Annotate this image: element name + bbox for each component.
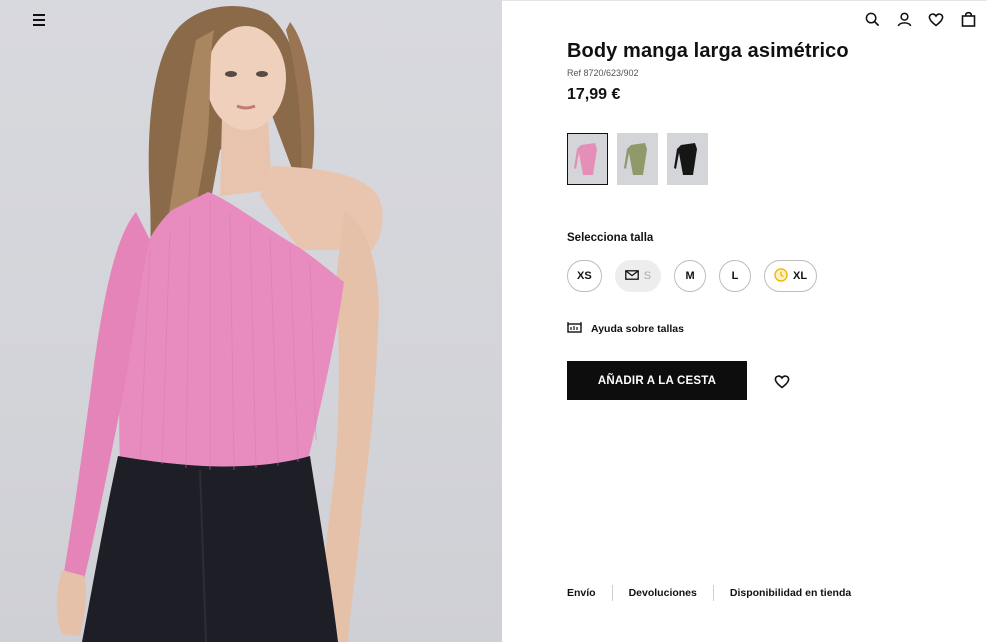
heart-icon[interactable] [927,10,945,28]
divider [611,585,613,601]
header-actions [863,10,977,28]
color-swatch-olive[interactable] [617,133,658,185]
store-availability-link[interactable]: Disponibilidad en tienda [730,587,851,599]
add-to-cart-button[interactable]: AÑADIR A LA CESTA [567,361,747,400]
color-swatches [567,133,708,185]
size-option-label: M [685,270,695,282]
bag-icon[interactable] [959,10,977,28]
size-option-label: L [731,270,739,282]
size-help-link[interactable]: Ayuda sobre tallas [567,321,684,337]
size-select-label: Selecciona talla [567,232,654,244]
color-swatch-black[interactable] [667,133,708,185]
product-ref: Ref 8720/623/902 [567,68,639,78]
size-option-xl[interactable]: XL [764,260,818,292]
product-photo[interactable] [0,0,502,642]
product-price: 17,99 € [567,86,621,103]
clock-icon [774,267,788,285]
menu-hamburger-icon[interactable] [30,11,50,29]
size-option-xs[interactable]: XS [567,260,602,292]
wishlist-heart-icon[interactable] [773,372,791,390]
ruler-icon [567,321,582,337]
envelope-icon [624,269,639,283]
model-illustration [56,5,383,642]
color-swatch-pink[interactable] [567,133,608,185]
size-option-label: XS [577,270,592,282]
product-title: Body manga larga asimétrico [567,40,849,62]
search-icon[interactable] [863,10,881,28]
divider [712,585,714,601]
size-option-l[interactable]: L [719,260,752,292]
info-links: Envío Devoluciones Disponibilidad en tie… [567,585,851,601]
size-help-label: Ayuda sobre tallas [591,323,684,335]
returns-link[interactable]: Devoluciones [629,587,697,599]
size-option-label: XL [793,270,808,282]
size-options: XS S M L XL [567,260,818,292]
user-icon[interactable] [895,10,913,28]
size-option-s[interactable]: S [614,260,662,292]
shipping-link[interactable]: Envío [567,587,596,599]
size-option-label: S [643,270,652,282]
size-option-m[interactable]: M [674,260,707,292]
header-divider [502,0,987,1]
